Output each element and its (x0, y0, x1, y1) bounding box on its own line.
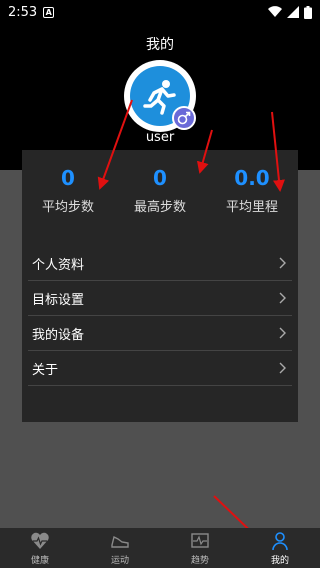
stat-average-distance: 0.0 平均里程 (206, 150, 298, 222)
tab-label: 趋势 (190, 556, 209, 566)
stat-max-steps: 0 最高步数 (114, 150, 206, 222)
username: user (145, 130, 175, 145)
menu-item-profile[interactable]: 个人资料 (28, 246, 292, 281)
shoe-icon (111, 535, 129, 548)
menu-item-about[interactable]: 关于 (28, 351, 292, 386)
tab-me[interactable]: 我的 (240, 528, 320, 568)
trend-icon (191, 533, 209, 548)
stat-label: 平均步数 (41, 200, 94, 215)
menu-item-label: 个人资料 (32, 257, 85, 273)
stat-value: 0 (61, 166, 75, 190)
stat-value: 0 (153, 166, 167, 190)
chevron-right-icon (279, 292, 286, 304)
status-time: 2:53 (8, 4, 38, 20)
stat-value: 0.0 (234, 166, 270, 190)
stats-row: 0 平均步数 0 最高步数 0.0 平均里程 (22, 150, 298, 222)
stat-label: 平均里程 (225, 200, 278, 215)
male-icon (172, 106, 196, 130)
menu-item-goal-settings[interactable]: 目标设置 (28, 281, 292, 316)
battery-icon (304, 5, 312, 19)
settings-menu: 个人资料 目标设置 我的设备 关于 (22, 246, 298, 386)
profile-header: 我的 user (0, 24, 320, 170)
tab-label: 运动 (110, 556, 129, 566)
chevron-right-icon (279, 362, 286, 374)
heart-icon (31, 532, 49, 549)
menu-item-my-devices[interactable]: 我的设备 (28, 316, 292, 351)
menu-item-label: 关于 (32, 362, 59, 378)
tab-exercise[interactable]: 运动 (80, 528, 160, 568)
menu-item-label: 我的设备 (32, 327, 85, 343)
page-title: 我的 (146, 37, 174, 53)
tab-health[interactable]: 健康 (0, 528, 80, 568)
menu-item-label: 目标设置 (32, 292, 85, 308)
person-icon (272, 532, 288, 551)
stats-card: 0 平均步数 0 最高步数 0.0 平均里程 个人资料 目标设置 我的设备 关于 (22, 150, 298, 422)
chevron-right-icon (279, 257, 286, 269)
stat-average-steps: 0 平均步数 (22, 150, 114, 222)
tab-label: 健康 (30, 556, 49, 566)
status-bar: 2:53 A (0, 0, 320, 24)
tab-label: 我的 (270, 556, 289, 566)
wifi-icon (268, 6, 282, 18)
bottom-tab-bar: 健康 运动 趋势 我的 (0, 528, 320, 568)
stat-label: 最高步数 (133, 200, 186, 215)
tab-trends[interactable]: 趋势 (160, 528, 240, 568)
signal-icon (287, 6, 299, 18)
chevron-right-icon (279, 327, 286, 339)
notification-icon: A (43, 6, 55, 18)
